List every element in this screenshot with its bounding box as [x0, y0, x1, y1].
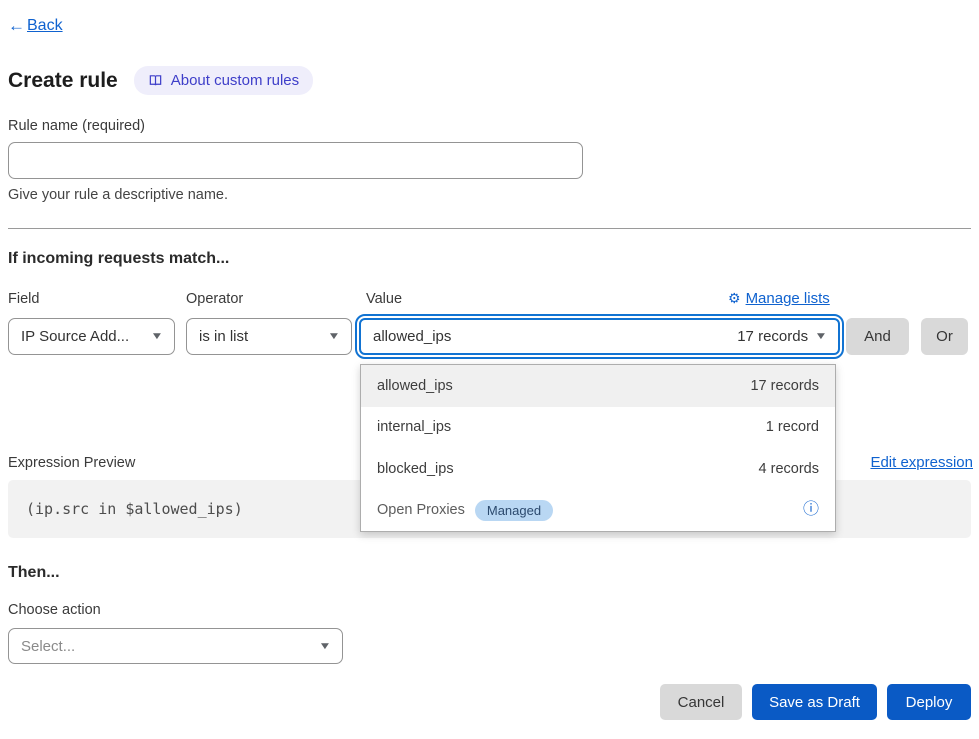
list-item-name: internal_ips [377, 419, 451, 435]
value-combobox[interactable]: 17 records ▼ [359, 318, 840, 355]
field-label: Field [8, 291, 39, 307]
title-row: Create rule About custom rules [8, 66, 313, 95]
rule-name-helper: Give your rule a descriptive name. [8, 187, 228, 203]
list-item-records: 4 records [759, 461, 819, 477]
cancel-button[interactable]: Cancel [660, 684, 742, 720]
save-as-draft-button[interactable]: Save as Draft [752, 684, 877, 720]
action-select[interactable]: Select... ▼ [8, 628, 343, 664]
chevron-down-icon: ▼ [318, 641, 331, 652]
list-item-open-proxies[interactable]: Open Proxies Managed ⓘ [361, 490, 835, 532]
value-label: Value [366, 291, 402, 307]
chevron-down-icon: ▼ [814, 331, 827, 342]
value-records-count: 17 records [737, 328, 808, 345]
match-section-heading: If incoming requests match... [8, 250, 229, 268]
operator-select[interactable]: is in list ▼ [186, 318, 352, 355]
rule-name-input[interactable] [8, 142, 583, 179]
and-button[interactable]: And [846, 318, 909, 355]
edit-expression-link[interactable]: Edit expression [870, 454, 973, 471]
list-item-name: allowed_ips [377, 378, 453, 394]
chevron-down-icon: ▼ [150, 331, 163, 342]
back-link[interactable]: ←Back [8, 16, 63, 36]
back-link-label: Back [27, 17, 63, 35]
manage-lists-label: Manage lists [746, 290, 830, 307]
about-custom-rules-link[interactable]: About custom rules [134, 66, 313, 95]
value-combobox-focus-ring: 17 records ▼ [355, 314, 844, 359]
about-pill-label: About custom rules [171, 72, 299, 89]
list-item-name: blocked_ips [377, 461, 454, 477]
create-rule-page: ←Back Create rule About custom rules Rul… [0, 0, 979, 739]
operator-label: Operator [186, 291, 243, 307]
list-item-records: 1 record [766, 419, 819, 435]
gear-icon: ⚙ [728, 290, 741, 307]
list-dropdown-panel: allowed_ips 17 records internal_ips 1 re… [360, 364, 836, 532]
expression-preview-label: Expression Preview [8, 455, 135, 471]
action-select-placeholder: Select... [21, 638, 75, 655]
expression-code-text: (ip.src in $allowed_ips) [26, 500, 243, 518]
list-item-records: 17 records [750, 378, 819, 394]
back-arrow-icon: ← [8, 16, 25, 36]
info-icon[interactable]: ⓘ [803, 502, 819, 518]
list-item-name: Open Proxies [377, 502, 465, 518]
field-select[interactable]: IP Source Add... ▼ [8, 318, 175, 355]
field-select-value: IP Source Add... [21, 328, 129, 345]
managed-badge: Managed [475, 500, 553, 521]
list-item-internal-ips[interactable]: internal_ips 1 record [361, 407, 835, 449]
footer-buttons: Cancel Save as Draft Deploy [660, 684, 971, 720]
section-divider [8, 228, 971, 229]
then-section-heading: Then... [8, 564, 60, 582]
list-item-allowed-ips[interactable]: allowed_ips 17 records [361, 365, 835, 407]
chevron-down-icon: ▼ [327, 331, 340, 342]
manage-lists-link[interactable]: ⚙ Manage lists [728, 290, 830, 307]
or-button[interactable]: Or [921, 318, 968, 355]
book-icon [148, 73, 163, 88]
value-input[interactable] [373, 328, 729, 345]
deploy-button[interactable]: Deploy [887, 684, 971, 720]
operator-select-value: is in list [199, 328, 248, 345]
page-title: Create rule [8, 69, 118, 93]
choose-action-label: Choose action [8, 602, 101, 618]
rule-name-label: Rule name (required) [8, 118, 145, 134]
list-item-blocked-ips[interactable]: blocked_ips 4 records [361, 448, 835, 490]
